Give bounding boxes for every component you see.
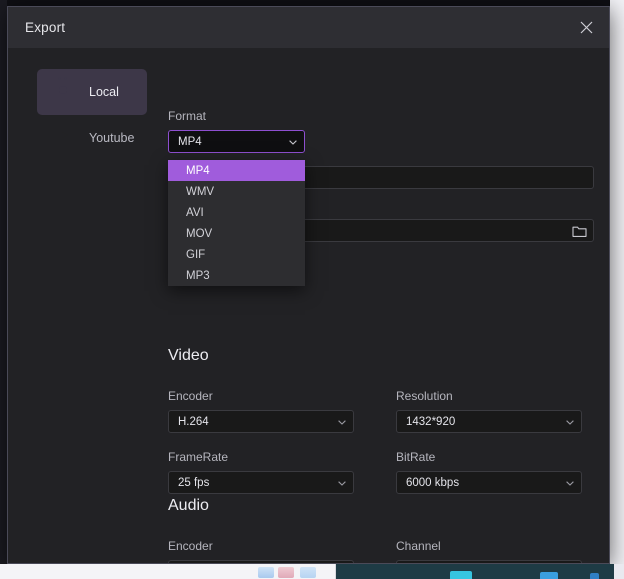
sidebar-item-local-label: Local — [89, 85, 119, 99]
format-selected-value: MP4 — [178, 135, 202, 148]
format-label: Format — [168, 109, 207, 123]
video-encoder-select[interactable]: H.264 — [168, 410, 354, 433]
chevron-down-icon — [338, 480, 346, 488]
taskbar-icon[interactable] — [590, 573, 599, 579]
side-nav: Local Youtube — [37, 69, 147, 161]
dialog-title-bar: Export — [8, 7, 609, 48]
video-resolution-label: Resolution — [396, 389, 453, 403]
format-option-label: MOV — [186, 227, 213, 240]
video-bitrate-select[interactable]: 6000 kbps — [396, 471, 582, 494]
audio-section: Audio Encoder AAC Channel — [168, 497, 594, 563]
video-bitrate-field: BitRate 6000 kbps — [396, 450, 582, 494]
format-option-mp4[interactable]: MP4 — [168, 160, 305, 181]
audio-channel-label: Channel — [396, 539, 441, 553]
video-framerate-field: FrameRate 25 fps — [168, 450, 354, 494]
audio-fields-grid: Encoder AAC Channel 2 — [168, 539, 594, 563]
audio-channel-field: Channel 2 — [396, 539, 582, 563]
taskbar-icon[interactable] — [540, 572, 558, 579]
dialog-body: Local Youtube Format MP4 MP4 WMV AVI MOV… — [8, 48, 609, 563]
chevron-down-icon — [566, 419, 574, 427]
folder-icon[interactable] — [572, 224, 587, 238]
form-area: Format MP4 MP4 WMV AVI MOV GIF MP3 Video… — [168, 48, 609, 563]
export-dialog: Export Local Youtube Format MP4 MP4 WMV … — [7, 6, 610, 564]
youtube-play-icon — [55, 129, 74, 148]
video-resolution-value: 1432*920 — [406, 415, 456, 428]
format-option-label: MP3 — [186, 269, 210, 282]
taskbar — [0, 564, 624, 579]
audio-section-title: Audio — [168, 497, 209, 514]
desktop-left-strip — [0, 0, 7, 564]
sidebar-item-local[interactable]: Local — [37, 69, 147, 115]
video-bitrate-label: BitRate — [396, 450, 436, 464]
video-framerate-value: 25 fps — [178, 476, 210, 489]
format-dropdown-list[interactable]: MP4 WMV AVI MOV GIF MP3 — [168, 160, 305, 286]
format-option-label: GIF — [186, 248, 206, 261]
video-framerate-label: FrameRate — [168, 450, 229, 464]
taskbar-icon[interactable] — [450, 571, 472, 579]
format-option-gif[interactable]: GIF — [168, 244, 305, 265]
format-option-mp3[interactable]: MP3 — [168, 265, 305, 286]
video-resolution-field: Resolution 1432*920 — [396, 389, 582, 433]
format-select[interactable]: MP4 — [168, 130, 305, 153]
format-block: Format MP4 MP4 WMV AVI MOV GIF MP3 — [168, 109, 305, 286]
video-resolution-select[interactable]: 1432*920 — [396, 410, 582, 433]
format-option-label: MP4 — [186, 164, 210, 177]
sidebar-item-youtube[interactable]: Youtube — [37, 115, 147, 161]
sidebar-item-youtube-label: Youtube — [89, 131, 135, 145]
format-option-wmv[interactable]: WMV — [168, 181, 305, 202]
audio-encoder-field: Encoder AAC — [168, 539, 354, 563]
taskbar-thumbnail[interactable] — [258, 567, 274, 578]
audio-encoder-label: Encoder — [168, 539, 213, 553]
video-encoder-label: Encoder — [168, 389, 213, 403]
close-icon — [580, 21, 593, 34]
video-section: Video Encoder H.264 Resolution 1432*920 … — [168, 347, 594, 494]
format-option-label: AVI — [186, 206, 204, 219]
video-framerate-select[interactable]: 25 fps — [168, 471, 354, 494]
dialog-title: Export — [25, 20, 66, 35]
format-option-label: WMV — [186, 185, 215, 198]
video-fields-grid: Encoder H.264 Resolution 1432*920 FrameR… — [168, 389, 594, 494]
taskbar-thumbnail[interactable] — [278, 567, 294, 578]
chevron-down-icon — [289, 139, 297, 147]
chevron-down-icon — [566, 480, 574, 488]
close-button[interactable] — [569, 11, 603, 43]
video-bitrate-value: 6000 kbps — [406, 476, 460, 489]
desktop-right-strip — [610, 0, 624, 579]
taskbar-right-edge — [614, 564, 624, 579]
chevron-down-icon — [338, 419, 346, 427]
taskbar-thumbnail[interactable] — [300, 567, 316, 578]
video-encoder-value: H.264 — [178, 415, 209, 428]
format-option-avi[interactable]: AVI — [168, 202, 305, 223]
taskbar-window-edge — [0, 564, 336, 579]
video-section-title: Video — [168, 347, 209, 364]
video-encoder-field: Encoder H.264 — [168, 389, 354, 433]
hard-drive-icon — [55, 83, 74, 102]
format-option-mov[interactable]: MOV — [168, 223, 305, 244]
